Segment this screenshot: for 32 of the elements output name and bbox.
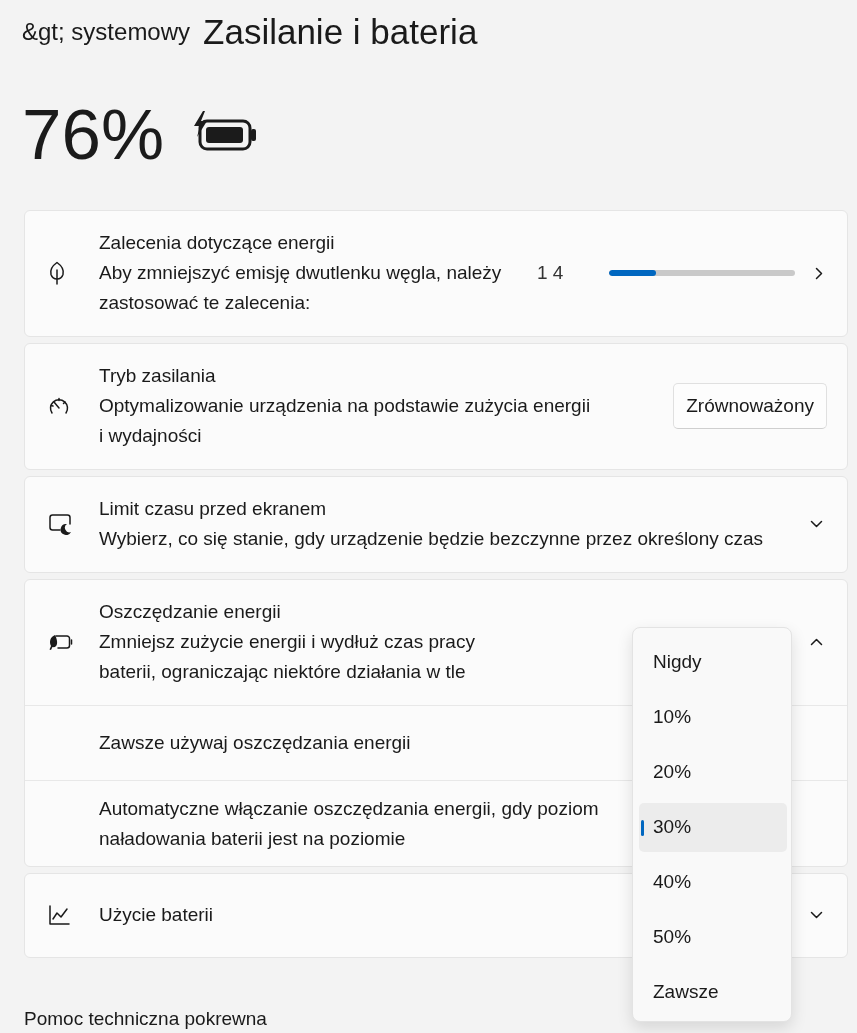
leaf-icon (48, 261, 66, 285)
setting-title: Użycie baterii (99, 903, 214, 927)
page-title: Zasilanie i bateria (203, 12, 478, 52)
setting-label: Automatyczne włączanie oszczędzania energii, gdy poziom naładowania baterii jest na poziomie (99, 797, 600, 851)
selection-indicator (641, 820, 644, 836)
battery-leaf-icon (48, 633, 73, 651)
setting-description: Optymalizowanie urządzenia na podstawie zużycia energii i wydajności (99, 394, 592, 448)
setting-title: Zalecenia dotyczące energii (99, 231, 336, 255)
battery-percentage: 76% (22, 99, 165, 171)
settings-card[interactable]: Zalecenia dotyczące energii Aby zmniejszyć emisję dwutlenku węgla, należy zastosować te zalecenia: 1 4 (24, 210, 848, 337)
setting-description: Wybierz, co się stanie, gdy urządzenie będzie bezczynne przez określony czas (99, 527, 764, 551)
chevron-right-icon (815, 266, 823, 280)
recommendation-count: 1 4 (537, 260, 564, 285)
setting-label: Zawsze używaj oszczędzania energii (99, 731, 412, 755)
line-chart-icon (48, 904, 70, 926)
setting-title: Tryb zasilania (99, 364, 217, 388)
dropdown-option[interactable]: 10% (639, 693, 787, 742)
related-support-heading: Pomoc techniczna pokrewna (24, 1007, 268, 1031)
dropdown-option[interactable]: 30% (639, 803, 787, 852)
settings-card[interactable]: Limit czasu przed ekranem Wybierz, co się stanie, gdy urządzenie będzie bezczynne przez określony czas (24, 476, 848, 573)
power-mode-dropdown[interactable]: Zrównoważony (673, 383, 827, 429)
setting-description: Aby zmniejszyć emisję dwutlenku węgla, należy zastosować te zalecenia: (99, 261, 503, 315)
dropdown-option[interactable]: Nigdy (639, 638, 787, 687)
screen-moon-icon (48, 513, 72, 535)
charging-battery-icon (192, 111, 259, 153)
dropdown-option[interactable]: Zawsze (639, 968, 787, 1017)
setting-description: Zmniejsz zużycie energii i wydłuż czas pracy baterii, ograniczając niektóre działania w tle (99, 630, 476, 684)
breadcrumb-link[interactable]: &gt; systemowy (22, 12, 191, 52)
gauge-icon (48, 396, 70, 416)
setting-title: Limit czasu przed ekranem (99, 497, 328, 521)
setting-title: Oszczędzanie energii (99, 600, 282, 624)
dropdown-option[interactable]: 20% (639, 748, 787, 797)
